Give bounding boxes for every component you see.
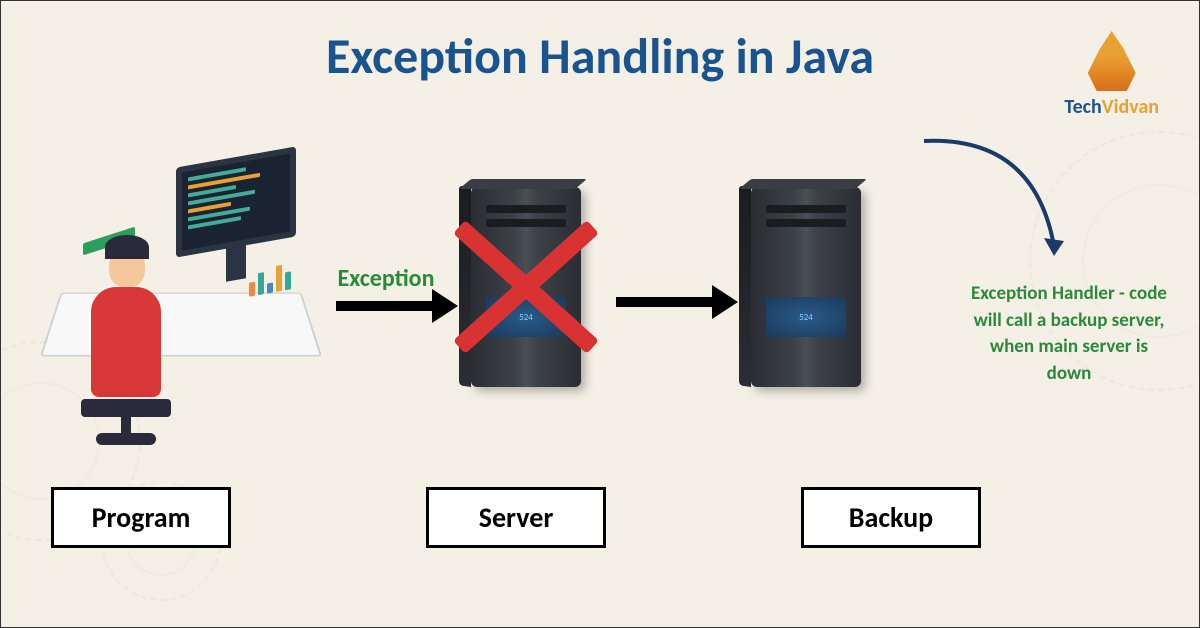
program-node <box>41 157 321 417</box>
monitor-stand <box>226 243 246 282</box>
backup-node: 524 <box>731 172 881 402</box>
server-panel: 524 <box>486 297 566 337</box>
arrow-right-icon <box>336 301 436 311</box>
arrow-exception: Exception <box>336 264 436 311</box>
person-hair <box>105 235 149 259</box>
handler-description: Exception Handler - code will call a bac… <box>969 281 1169 387</box>
logo-icon <box>1082 31 1142 91</box>
server-tower-icon: 524 <box>471 187 581 387</box>
server-panel: 524 <box>766 297 846 337</box>
page-title: Exception Handling in Java <box>1 1 1199 87</box>
arrow-right-icon <box>616 297 716 307</box>
programmer-illustration <box>41 157 321 417</box>
backup-illustration: 524 <box>731 172 881 402</box>
label-backup: Backup <box>801 487 981 548</box>
arrow-to-backup <box>616 297 716 307</box>
server-tower-icon: 524 <box>751 187 861 387</box>
labels-row: Program Server Backup <box>1 487 1199 548</box>
desk-icon <box>40 293 322 357</box>
person-body <box>91 287 161 397</box>
server-node: 524 <box>451 172 601 402</box>
curved-arrow-icon <box>914 126 1094 276</box>
monitor-icon <box>176 146 296 257</box>
server-illustration: 524 <box>451 172 601 402</box>
exception-label: Exception <box>338 264 435 293</box>
label-server: Server <box>426 487 606 548</box>
label-program: Program <box>51 487 231 548</box>
